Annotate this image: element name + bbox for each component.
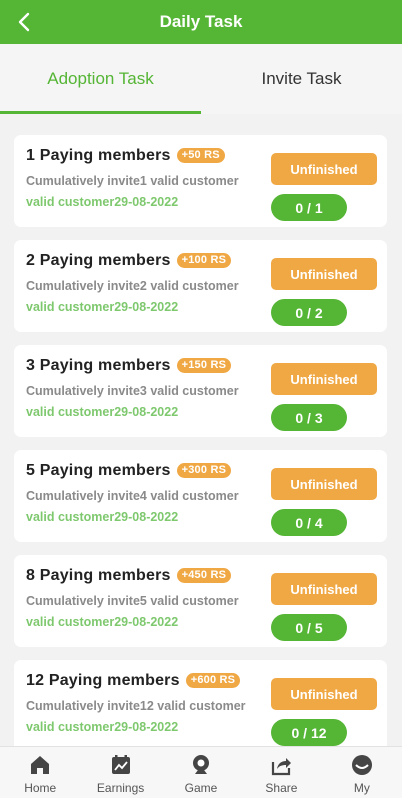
share-icon: [272, 758, 292, 776]
nav-label: Game: [184, 781, 218, 795]
task-date: valid customer29-08-2022: [26, 195, 179, 209]
task-card: 2 Paying members +100 RS Cumulatively inv…: [14, 240, 387, 332]
task-date: valid customer29-08-2022: [26, 615, 179, 629]
progress-pill: 0 / 5: [271, 614, 347, 641]
tab-invite-task[interactable]: Invite Task: [201, 44, 402, 114]
task-name: 1 Paying members: [26, 147, 171, 164]
tab-adoption-task[interactable]: Adoption Task: [0, 44, 201, 114]
status-button[interactable]: Unfinished: [271, 678, 377, 710]
earnings-icon: [111, 755, 130, 774]
task-description: Cumulatively invite1 valid customer: [26, 174, 239, 188]
progress-pill: 0 / 4: [271, 509, 347, 536]
progress-pill: 0 / 2: [271, 299, 347, 326]
nav-home[interactable]: Home: [0, 747, 80, 798]
task-tabs: Adoption Task Invite Task: [0, 44, 402, 114]
profile-icon: [351, 755, 372, 775]
game-icon: [193, 755, 210, 774]
task-name: 2 Paying members: [26, 252, 171, 269]
nav-label: Home: [24, 781, 57, 795]
nav-my[interactable]: My: [322, 747, 402, 798]
progress-pill: 0 / 3: [271, 404, 347, 431]
task-card: 1 Paying members +50 RS Cumulatively invi…: [14, 135, 387, 227]
task-name: 8 Paying members: [26, 567, 171, 584]
task-description: Cumulatively invite3 valid customer: [26, 384, 239, 398]
home-icon: [31, 756, 50, 774]
reward-badge: +100 RS: [176, 253, 232, 268]
task-date: valid customer29-08-2022: [26, 510, 179, 524]
reward-badge: +450 RS: [176, 568, 232, 583]
reward-badge: +300 RS: [176, 463, 232, 478]
progress-pill: 0 / 1: [271, 194, 347, 221]
task-name: 3 Paying members: [26, 357, 171, 374]
task-description: Cumulatively invite12 valid customer: [26, 699, 246, 713]
reward-badge: +600 RS: [185, 673, 241, 688]
task-name: 5 Paying members: [26, 462, 171, 479]
task-card: 5 Paying members +300 RS Cumulatively inv…: [14, 450, 387, 542]
nav-label: My: [353, 781, 370, 795]
reward-badge: +50 RS: [176, 148, 225, 163]
reward-badge: +150 RS: [176, 358, 232, 373]
nav-label: Share: [265, 781, 298, 795]
top-bar: Daily Task: [0, 0, 402, 44]
task-date: valid customer29-08-2022: [26, 720, 179, 734]
status-button[interactable]: Unfinished: [271, 363, 377, 395]
task-description: Cumulatively invite5 valid customer: [26, 594, 239, 608]
task-list[interactable]: 1 Paying members +50 RS Cumulatively invi…: [0, 114, 402, 746]
task-card: 12 Paying members +600 RS Cumulatively in…: [14, 660, 387, 746]
task-name: 12 Paying members: [26, 672, 180, 689]
task-card: 8 Paying members +450 RS Cumulatively inv…: [14, 555, 387, 647]
nav-earnings[interactable]: Earnings: [80, 747, 160, 798]
nav-label: Earnings: [96, 781, 145, 795]
task-date: valid customer29-08-2022: [26, 405, 179, 419]
bottom-navigation: Home Earnings Game Share My: [0, 746, 402, 798]
status-button[interactable]: Unfinished: [271, 258, 377, 290]
task-description: Cumulatively invite2 valid customer: [26, 279, 239, 293]
status-button[interactable]: Unfinished: [271, 468, 377, 500]
progress-pill: 0 / 12: [271, 719, 347, 746]
status-button[interactable]: Unfinished: [271, 573, 377, 605]
status-button[interactable]: Unfinished: [271, 153, 377, 185]
task-description: Cumulatively invite4 valid customer: [26, 489, 239, 503]
page-title: Daily Task: [159, 12, 243, 31]
nav-share[interactable]: Share: [241, 747, 321, 798]
nav-game[interactable]: Game: [161, 747, 241, 798]
task-card: 3 Paying members +150 RS Cumulatively inv…: [14, 345, 387, 437]
task-date: valid customer29-08-2022: [26, 300, 179, 314]
